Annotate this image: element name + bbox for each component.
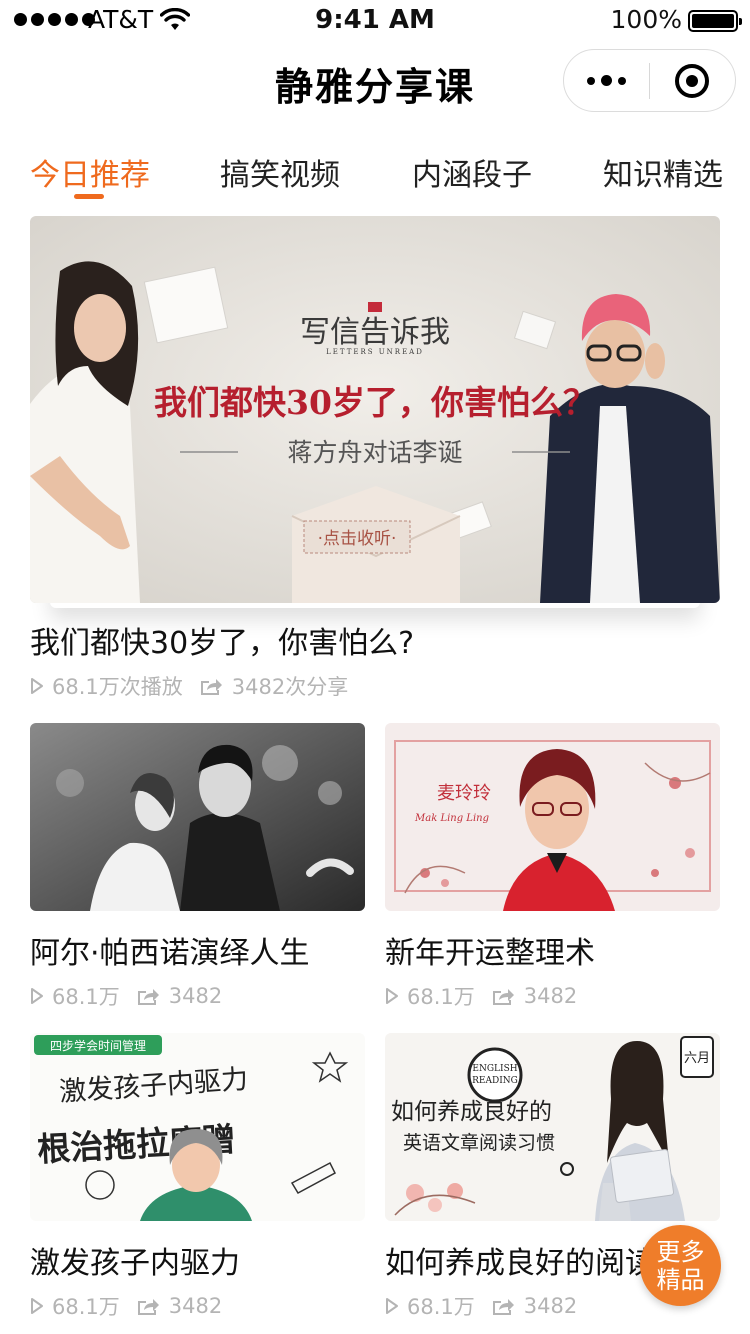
miniprogram-capsule bbox=[563, 49, 736, 112]
target-icon bbox=[675, 63, 710, 98]
more-premium-button[interactable]: 更多 精品 bbox=[640, 1225, 721, 1306]
video-meta: 68.1万 3482 bbox=[30, 981, 222, 1011]
video-thumbnail[interactable] bbox=[30, 723, 365, 911]
video-title[interactable]: 激发孩子内驱力 bbox=[30, 1238, 365, 1282]
battery-percent: 100% bbox=[610, 5, 682, 34]
tab-recommend[interactable]: 今日推荐 bbox=[30, 150, 150, 194]
video-thumbnail[interactable]: 麦玲玲 Mak Ling Ling bbox=[385, 723, 720, 911]
banner-headline: 我们都快30岁了，你害怕么？ bbox=[154, 383, 596, 422]
category-tabs: 今日推荐 搞笑视频 内涵段子 知识精选 bbox=[0, 150, 750, 210]
play-count: 68.1万 bbox=[52, 1295, 120, 1319]
featured-meta: 68.1万次播放 3482次分享 bbox=[30, 671, 348, 701]
play-icon bbox=[386, 1298, 398, 1314]
tab-jokes[interactable]: 内涵段子 bbox=[412, 150, 532, 194]
thumb-en-line2: READING bbox=[472, 1076, 518, 1086]
play-count: 68.1万 bbox=[407, 985, 475, 1009]
close-miniprogram-button[interactable] bbox=[650, 50, 735, 111]
play-icon bbox=[31, 678, 43, 694]
battery-fill bbox=[692, 14, 734, 28]
share-count: 3482次分享 bbox=[231, 675, 349, 699]
featured-banner[interactable]: 写信告诉我 LETTERS UNREAD 我们都快30岁了，你害怕么？ 蒋方舟对… bbox=[30, 216, 720, 603]
more-options-button[interactable] bbox=[564, 50, 649, 111]
tab-knowledge[interactable]: 知识精选 bbox=[603, 150, 723, 194]
featured-title[interactable]: 我们都快30岁了，你害怕么? bbox=[30, 618, 720, 662]
play-count: 68.1万 bbox=[52, 985, 120, 1009]
video-thumbnail[interactable]: 四步学会时间管理 激发孩子内驱力 根治拖拉磨蹭 bbox=[30, 1033, 365, 1221]
share-count: 3482 bbox=[168, 984, 223, 1008]
play-count: 68.1万 bbox=[407, 1295, 475, 1319]
share-icon bbox=[492, 989, 514, 1005]
banner-brand: 写信告诉我 bbox=[300, 315, 450, 350]
fab-line1: 更多 bbox=[656, 1237, 705, 1266]
host-name-en: Mak Ling Ling bbox=[414, 813, 489, 824]
video-meta: 68.1万 3482 bbox=[30, 1291, 222, 1321]
thumb-line1: 如何养成良好的 bbox=[391, 1099, 552, 1125]
video-thumbnail[interactable]: ENGLISH READING 如何养成良好的 英语文章阅读习惯 六月 bbox=[385, 1033, 720, 1221]
play-count: 68.1万次播放 bbox=[52, 675, 183, 699]
share-icon bbox=[492, 1299, 514, 1315]
share-icon bbox=[200, 679, 222, 695]
status-bar: AT&T 9:41 AM 100% bbox=[0, 0, 750, 40]
share-icon bbox=[137, 989, 159, 1005]
banner-subtitle: 蒋方舟对话李诞 bbox=[287, 438, 462, 467]
thumb-month: 六月 bbox=[684, 1051, 710, 1066]
share-count: 3482 bbox=[523, 984, 578, 1008]
video-meta: 68.1万 3482 bbox=[385, 981, 577, 1011]
play-icon bbox=[386, 988, 398, 1004]
thumb-badge: 四步学会时间管理 bbox=[50, 1038, 146, 1053]
active-tab-indicator bbox=[74, 194, 104, 199]
tab-funny-videos[interactable]: 搞笑视频 bbox=[220, 150, 340, 194]
battery-icon bbox=[688, 10, 742, 32]
banner-cta[interactable]: ·点击收听· bbox=[318, 529, 397, 549]
host-name: 麦玲玲 bbox=[437, 783, 491, 804]
thumb-en-line1: ENGLISH bbox=[472, 1064, 517, 1074]
share-count: 3482 bbox=[523, 1294, 578, 1318]
video-title[interactable]: 阿尔·帕西诺演绎人生 bbox=[30, 928, 365, 972]
share-count: 3482 bbox=[168, 1294, 223, 1318]
fab-line2: 精品 bbox=[656, 1265, 705, 1294]
banner-brand-en: LETTERS UNREAD bbox=[326, 348, 424, 356]
video-title[interactable]: 新年开运整理术 bbox=[385, 928, 720, 972]
thumb-line2: 英语文章阅读习惯 bbox=[403, 1132, 555, 1154]
video-meta: 68.1万 3482 bbox=[385, 1291, 577, 1321]
play-icon bbox=[31, 988, 43, 1004]
share-icon bbox=[137, 1299, 159, 1315]
play-icon bbox=[31, 1298, 43, 1314]
